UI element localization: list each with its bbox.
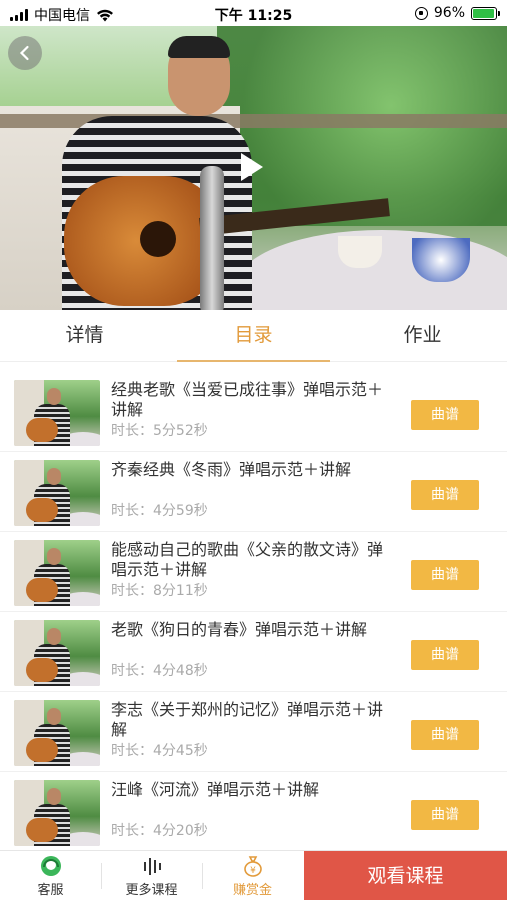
tab-details[interactable]: 详情 [0,310,169,361]
lesson-duration: 时长：8分11秒 [111,583,208,599]
headset-icon [40,855,61,876]
lesson-title: 汪峰《河流》弹唱示范＋讲解 [111,780,320,799]
lesson-row[interactable]: 齐秦经典《冬雨》弹唱示范＋讲解 时长：4分59秒 曲谱 [0,452,507,532]
score-button[interactable]: 曲谱 [411,400,479,430]
score-button[interactable]: 曲谱 [411,480,479,510]
score-button[interactable]: 曲谱 [411,720,479,750]
battery-percent: 96% [433,5,465,21]
back-button[interactable] [8,36,42,70]
reward-label: 赚赏金 [232,882,272,898]
play-icon[interactable] [241,153,263,181]
lesson-duration: 时长：4分59秒 [111,503,208,519]
bars-icon [143,857,161,875]
score-button[interactable]: 曲谱 [411,800,479,830]
reward-button[interactable]: ¥ 赚赏金 [202,851,303,900]
lesson-title: 李志《关于郑州的记忆》弹唱示范＋讲解 [111,700,384,739]
lesson-row[interactable]: 汪峰《河流》弹唱示范＋讲解 时长：4分20秒 曲谱 [0,772,507,850]
chevron-left-icon [19,45,29,61]
lesson-thumbnail [14,780,100,846]
battery-icon [471,6,500,20]
lesson-title: 能感动自己的歌曲《父亲的散文诗》弹唱示范＋讲解 [111,540,384,579]
service-button[interactable]: 客服 [0,851,101,900]
tab-homework[interactable]: 作业 [338,310,507,361]
lesson-list: 经典老歌《当爱已成往事》弹唱示范＋讲解 时长：5分52秒 曲谱 齐秦经典《冬雨》… [0,372,507,850]
lesson-thumbnail [14,620,100,686]
watch-course-button[interactable]: 观看课程 [304,851,507,900]
svg-text:¥: ¥ [250,866,256,876]
lesson-row[interactable]: 经典老歌《当爱已成往事》弹唱示范＋讲解 时长：5分52秒 曲谱 [0,372,507,452]
lesson-thumbnail [14,380,100,446]
lesson-row[interactable]: 李志《关于郑州的记忆》弹唱示范＋讲解 时长：4分45秒 曲谱 [0,692,507,772]
service-label: 客服 [37,882,64,898]
tab-catalog[interactable]: 目录 [169,310,338,362]
tab-bar: 详情 目录 作业 [0,310,507,362]
more-courses-label: 更多课程 [125,882,178,898]
lesson-title: 齐秦经典《冬雨》弹唱示范＋讲解 [111,460,352,479]
lesson-title: 老歌《狗日的青春》弹唱示范＋讲解 [111,620,368,639]
more-courses-button[interactable]: 更多课程 [101,851,202,900]
money-bag-icon: ¥ [243,855,262,877]
score-button[interactable]: 曲谱 [411,560,479,590]
video-player[interactable] [0,26,507,310]
lesson-row[interactable]: 老歌《狗日的青春》弹唱示范＋讲解 时长：4分48秒 曲谱 [0,612,507,692]
lesson-duration: 时长：4分20秒 [111,823,208,839]
status-right: 96% [414,5,500,21]
status-bar: 中国电信 下午 11:25 96% [0,0,507,26]
lesson-thumbnail [14,540,100,606]
lesson-row[interactable]: 能感动自己的歌曲《父亲的散文诗》弹唱示范＋讲解 时长：8分11秒 曲谱 [0,532,507,612]
lesson-duration: 时长：4分48秒 [111,663,208,679]
lesson-title: 经典老歌《当爱已成往事》弹唱示范＋讲解 [111,380,384,419]
lesson-duration: 时长：4分45秒 [111,743,208,759]
rotation-lock-icon [414,6,428,20]
lesson-thumbnail [14,700,100,766]
score-button[interactable]: 曲谱 [411,640,479,670]
bottom-bar: 客服 更多课程 ¥ 赚赏金 观看课程 [0,850,507,900]
lesson-thumbnail [14,460,100,526]
lesson-duration: 时长：5分52秒 [111,423,208,439]
